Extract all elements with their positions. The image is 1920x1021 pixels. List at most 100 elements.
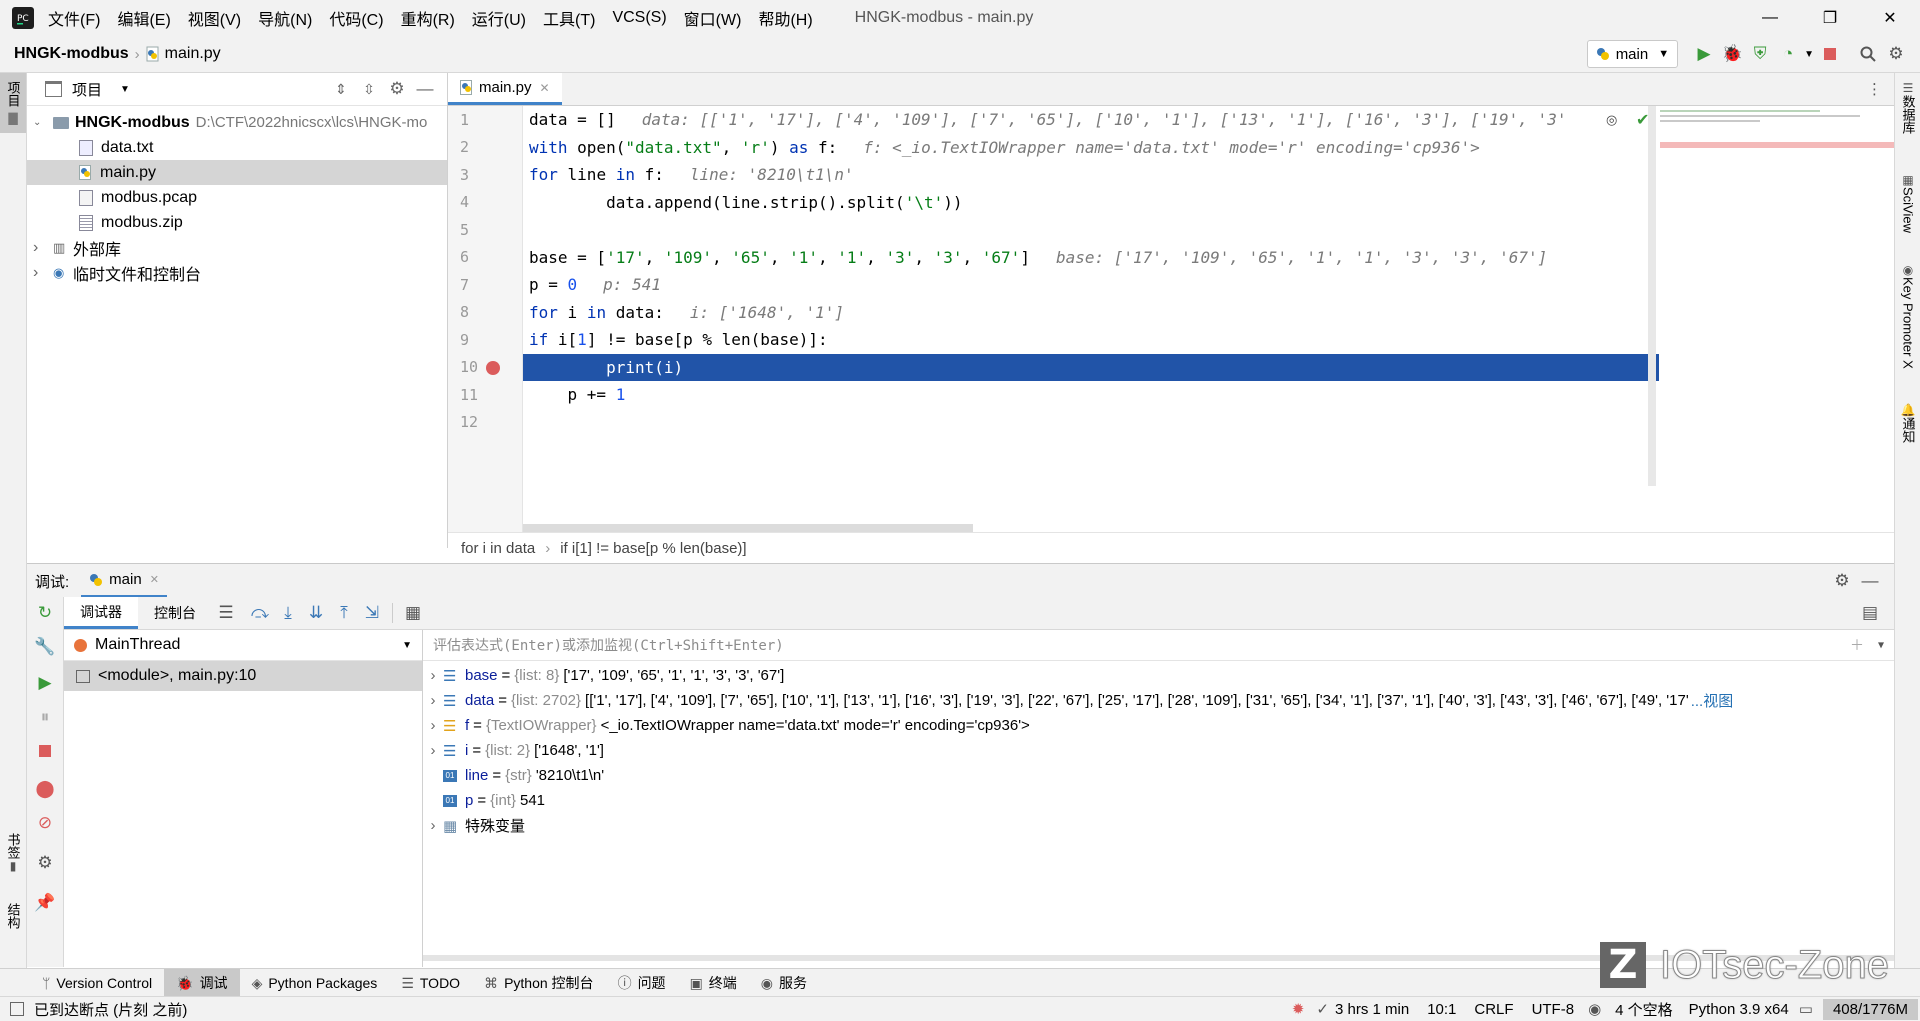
gear-icon[interactable]: ⚙ bbox=[1828, 567, 1856, 595]
project-panel-title[interactable]: 项目 bbox=[72, 79, 102, 100]
menu-code[interactable]: 代码(C) bbox=[329, 6, 383, 30]
variable-row-special[interactable]: › ▦ 特殊变量 bbox=[423, 813, 1894, 838]
frame-item[interactable]: <module>, main.py:10 bbox=[64, 661, 422, 691]
mute-breakpoints-icon[interactable]: ⊘ bbox=[31, 809, 59, 837]
run-icon[interactable]: ▶ bbox=[1690, 40, 1718, 68]
status-line-separator[interactable]: CRLF bbox=[1474, 1001, 1513, 1018]
debugger-tab[interactable]: 调试器 bbox=[64, 597, 138, 629]
status-encoding[interactable]: UTF-8 bbox=[1532, 1001, 1575, 1018]
tree-scratches[interactable]: › ◉ 临时文件和控制台 bbox=[27, 260, 447, 285]
tree-file-modbus-zip[interactable]: modbus.zip bbox=[27, 210, 447, 235]
bookmarks-tool-tab[interactable]: 书签 ▮ bbox=[0, 833, 26, 873]
todo-tab[interactable]: ☰ TODO bbox=[389, 969, 472, 997]
status-toggle-icon[interactable] bbox=[10, 1002, 24, 1016]
evaluate-expression-input[interactable]: 评估表达式(Enter)或添加监视(Ctrl+Shift+Enter) ＋ ▼ bbox=[423, 630, 1894, 661]
memory-indicator[interactable]: 408/1776M bbox=[1822, 998, 1918, 1020]
pin-icon[interactable]: 📌 bbox=[31, 889, 59, 917]
version-control-tab[interactable]: ᛘ Version Control bbox=[0, 969, 164, 997]
lock-icon[interactable]: ▭ bbox=[1799, 1000, 1813, 1018]
check-circle-icon[interactable]: ✓ bbox=[1316, 1000, 1329, 1018]
problems-tab[interactable]: ⓘ 问题 bbox=[606, 969, 678, 997]
variable-row-line[interactable]: 01 line = {str} '8210\t1\n' bbox=[423, 763, 1894, 788]
profile-icon[interactable]: ◔ bbox=[1774, 40, 1802, 68]
status-message[interactable]: 已到达断点 (片刻 之前) bbox=[34, 999, 187, 1020]
reader-mode-icon[interactable]: ◎ bbox=[1606, 112, 1617, 128]
close-button[interactable]: ✕ bbox=[1860, 8, 1920, 28]
error-icon[interactable]: ✹ bbox=[1292, 1000, 1305, 1018]
maximize-button[interactable]: ❐ bbox=[1800, 8, 1860, 28]
breadcrumb-file[interactable]: main.py bbox=[165, 45, 221, 63]
sciview-tool-tab[interactable]: ▦ SciView bbox=[1895, 173, 1920, 233]
search-icon[interactable] bbox=[1854, 40, 1882, 68]
menu-file[interactable]: 文件(F) bbox=[48, 6, 100, 30]
minimap[interactable] bbox=[1660, 106, 1894, 486]
services-tab[interactable]: ◉ 服务 bbox=[749, 969, 819, 997]
console-tab[interactable]: 控制台 bbox=[138, 597, 212, 629]
database-tool-tab[interactable]: ☰ 数据库 bbox=[1895, 81, 1920, 134]
gear-icon[interactable]: ⚙ bbox=[383, 75, 411, 103]
run-config-selector[interactable]: main ▼ bbox=[1586, 40, 1679, 68]
tree-external-libraries[interactable]: › ▥ 外部库 bbox=[27, 235, 447, 260]
status-caret-position[interactable]: 10:1 bbox=[1427, 1001, 1456, 1018]
tree-file-modbus-pcap[interactable]: modbus.pcap bbox=[27, 185, 447, 210]
more-run-chevron-icon[interactable]: ▼ bbox=[1804, 49, 1814, 60]
code-editor[interactable]: data = [] data: [['1', '17'], ['4', '109'… bbox=[523, 106, 1659, 532]
status-time[interactable]: 3 hrs 1 min bbox=[1335, 1001, 1409, 1018]
variable-row-data[interactable]: › ☰ data = {list: 2702} [['1', '17'], ['… bbox=[423, 688, 1894, 713]
show-frames-icon[interactable]: ☰ bbox=[212, 599, 240, 627]
view-link[interactable]: ...视图 bbox=[1691, 690, 1734, 711]
horizontal-scrollbar[interactable] bbox=[523, 524, 973, 532]
menu-tools[interactable]: 工具(T) bbox=[543, 6, 595, 30]
editor-tab-main-py[interactable]: main.py ✕ bbox=[448, 73, 562, 105]
eye-icon[interactable]: ◉ bbox=[1588, 1000, 1601, 1018]
stop-icon[interactable] bbox=[31, 737, 59, 765]
debug-session-tab[interactable]: main ✕ bbox=[81, 564, 167, 598]
close-tab-icon[interactable]: ✕ bbox=[150, 573, 159, 586]
breadcrumb-item[interactable]: for i in data bbox=[461, 540, 535, 557]
settings-gear-icon[interactable]: ⚙ bbox=[1882, 40, 1910, 68]
menu-view[interactable]: 视图(V) bbox=[188, 6, 241, 30]
python-console-tab[interactable]: ⌘ Python 控制台 bbox=[472, 969, 605, 997]
rerun-icon[interactable]: ↻ bbox=[31, 599, 59, 627]
vertical-scrollbar[interactable] bbox=[1648, 106, 1656, 486]
stop-icon[interactable] bbox=[1816, 40, 1844, 68]
expand-all-icon[interactable]: ⇕ bbox=[327, 75, 355, 103]
chevron-down-icon[interactable]: ▼ bbox=[120, 84, 130, 95]
view-breakpoints-icon[interactable]: ⬤ bbox=[31, 775, 59, 803]
variable-row-base[interactable]: › ☰ base = {list: 8} ['17', '109', '65',… bbox=[423, 663, 1894, 688]
run-to-cursor-icon[interactable]: ⇲ bbox=[358, 599, 386, 627]
menu-help[interactable]: 帮助(H) bbox=[758, 6, 812, 30]
structure-tool-tab[interactable]: 结构 bbox=[0, 903, 26, 929]
more-options-icon[interactable]: ⋮ bbox=[1867, 80, 1882, 98]
pause-icon[interactable]: ⏸ bbox=[31, 703, 59, 731]
python-packages-tab[interactable]: ◈ Python Packages bbox=[240, 969, 390, 997]
hide-icon[interactable]: — bbox=[1856, 567, 1884, 595]
terminal-tab[interactable]: ▣ 终端 bbox=[678, 969, 749, 997]
status-interpreter[interactable]: Python 3.9 x64 bbox=[1689, 1001, 1789, 1018]
tree-file-main-py[interactable]: main.py bbox=[27, 160, 447, 185]
step-over-icon[interactable]: ⤼ bbox=[246, 599, 274, 627]
menu-vcs[interactable]: VCS(S) bbox=[612, 9, 666, 27]
resume-icon[interactable]: ▶ bbox=[31, 669, 59, 697]
collapse-all-icon[interactable]: ⇳ bbox=[355, 75, 383, 103]
breadcrumb-project[interactable]: HNGK-modbus bbox=[14, 45, 129, 63]
variable-row-i[interactable]: › ☰ i = {list: 2} ['1648', '1'] bbox=[423, 738, 1894, 763]
menu-refactor[interactable]: 重构(R) bbox=[401, 6, 455, 30]
coverage-icon[interactable]: ⛨ bbox=[1746, 40, 1774, 68]
layout-icon[interactable]: ▤ bbox=[1856, 599, 1884, 627]
notifications-tool-tab[interactable]: 🔔 通知 bbox=[1895, 403, 1920, 443]
debug-icon[interactable]: 🐞 bbox=[1718, 40, 1746, 68]
settings-icon[interactable]: ⚙ bbox=[31, 849, 59, 877]
close-tab-icon[interactable]: ✕ bbox=[540, 81, 550, 95]
menu-run[interactable]: 运行(U) bbox=[472, 6, 526, 30]
menu-navigate[interactable]: 导航(N) bbox=[258, 6, 312, 30]
hide-icon[interactable]: — bbox=[411, 75, 439, 103]
variable-row-p[interactable]: 01 p = {int} 541 bbox=[423, 788, 1894, 813]
menu-window[interactable]: 窗口(W) bbox=[684, 6, 742, 30]
debug-tab[interactable]: 🐞 调试 bbox=[164, 969, 240, 997]
breakpoint-icon[interactable] bbox=[486, 360, 500, 375]
step-into-my-code-icon[interactable]: ⇊ bbox=[302, 599, 330, 627]
step-out-icon[interactable]: ⤒ bbox=[330, 599, 358, 627]
menu-edit[interactable]: 编辑(E) bbox=[117, 6, 170, 30]
evaluate-expression-icon[interactable]: ▦ bbox=[399, 599, 427, 627]
